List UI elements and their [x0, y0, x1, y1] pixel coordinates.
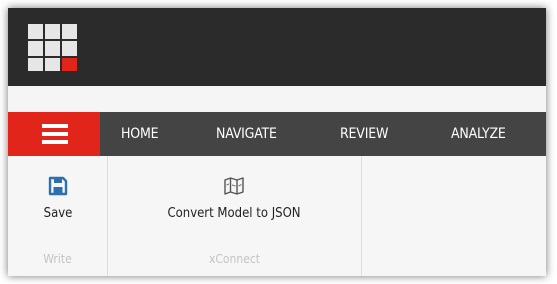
convert-model-to-json-button[interactable]: Convert Model to JSON — [132, 176, 336, 221]
ribbon-tab-bar: HOME NAVIGATE REVIEW ANALYZE — [8, 112, 546, 156]
ribbon-group-xconnect: Convert Model to JSON xConnect — [108, 156, 362, 276]
save-button-label: Save — [43, 206, 73, 221]
app-window: HOME NAVIGATE REVIEW ANALYZE Save Write — [8, 8, 546, 276]
tab-analyze[interactable]: ANALYZE — [451, 112, 506, 156]
tab-review[interactable]: REVIEW — [340, 112, 388, 156]
convert-model-to-json-label: Convert Model to JSON — [167, 206, 301, 221]
top-bar — [8, 8, 546, 86]
map-icon — [224, 177, 244, 195]
tab-navigate[interactable]: NAVIGATE — [216, 112, 277, 156]
tab-home[interactable]: HOME — [121, 112, 159, 156]
ribbon-panel: Save Write Convert Model to JSON xConnec… — [8, 156, 546, 276]
ribbon-group-write: Save Write — [8, 156, 108, 276]
save-button[interactable]: Save — [28, 176, 88, 221]
hamburger-menu-button[interactable] — [8, 112, 100, 156]
sitecore-logo-icon[interactable] — [28, 24, 80, 72]
floppy-disk-icon — [48, 176, 68, 196]
ribbon-group-label-write: Write — [43, 252, 72, 266]
ribbon-group-label-xconnect: xConnect — [208, 252, 261, 266]
